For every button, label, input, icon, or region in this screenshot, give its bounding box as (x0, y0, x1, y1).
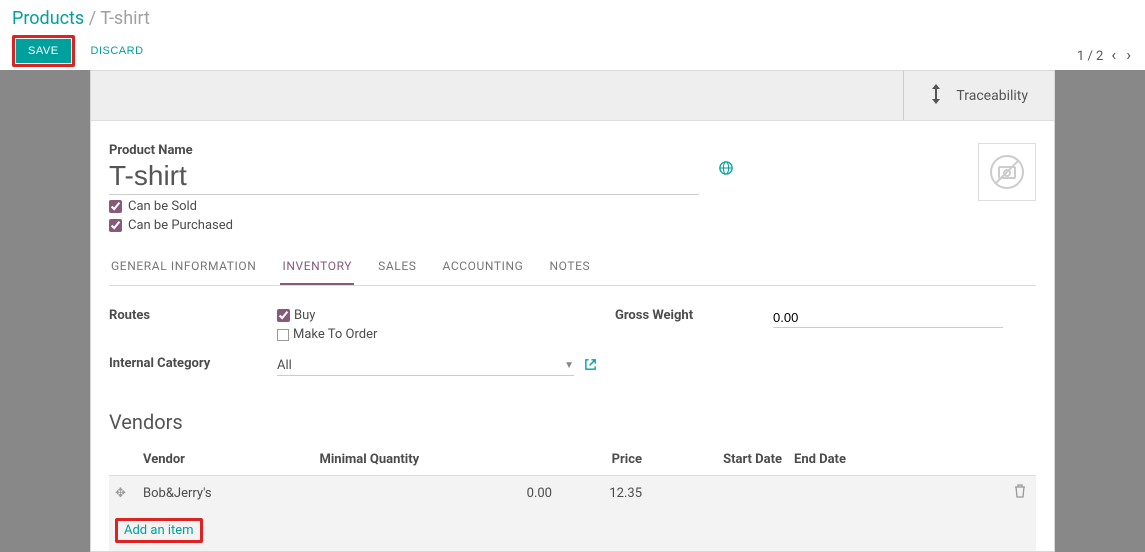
can-be-sold-row: Can be Sold (109, 199, 699, 214)
internal-category-external-link[interactable] (584, 358, 597, 375)
internal-category-select[interactable]: All ▼ (277, 356, 574, 376)
action-buttons: SAVE DISCARD (12, 35, 156, 67)
cell-price[interactable]: 12.35 (558, 476, 648, 511)
globe-button[interactable] (719, 143, 779, 179)
vendors-table: Vendor Minimal Quantity Price Start Date… (109, 444, 1036, 551)
add-item-link[interactable]: Add an item (124, 523, 194, 538)
pager-prev-icon[interactable]: ‹ (1109, 45, 1118, 64)
inventory-fields: Routes Buy Make To Order Gross Weight (109, 308, 1036, 376)
gross-weight-input[interactable] (773, 308, 1003, 328)
tab-sales[interactable]: SALES (376, 251, 418, 285)
can-be-sold-checkbox[interactable] (109, 200, 122, 213)
gross-weight-wrap (773, 308, 1003, 328)
routes-label: Routes (109, 308, 259, 323)
route-buy-label: Buy (294, 308, 315, 323)
can-be-sold-label: Can be Sold (128, 199, 197, 214)
cell-start-date[interactable] (648, 476, 788, 511)
col-end-date: End Date (788, 444, 1008, 476)
updown-icon (930, 83, 942, 109)
product-name-block: Product Name Can be Sold Can be Purchase… (109, 143, 699, 233)
tab-inventory[interactable]: INVENTORY (280, 251, 354, 285)
cell-end-date[interactable] (788, 476, 1008, 511)
tabs: GENERAL INFORMATION INVENTORY SALES ACCO… (109, 251, 1036, 286)
drag-icon[interactable]: ✥ (115, 486, 126, 501)
tab-accounting[interactable]: ACCOUNTING (440, 251, 525, 285)
traceability-label: Traceability (956, 88, 1028, 104)
save-highlight: SAVE (12, 35, 75, 67)
external-link-icon (584, 358, 597, 371)
tab-general-information[interactable]: GENERAL INFORMATION (109, 251, 258, 285)
route-mto-checkbox[interactable] (277, 329, 289, 341)
traceability-button[interactable]: Traceability (903, 71, 1054, 120)
topbar: Products / T-shirt SAVE DISCARD 1 / 2 ‹ … (0, 0, 1145, 70)
add-item-row: Add an item (109, 510, 1036, 551)
vendors-header-row: Vendor Minimal Quantity Price Start Date… (109, 444, 1036, 476)
gross-weight-label: Gross Weight (615, 308, 755, 323)
canvas: Traceability Product Name Can be Sold Ca… (0, 70, 1145, 552)
routes-options: Buy Make To Order (277, 308, 597, 342)
pager-text: 1 / 2 (1077, 49, 1103, 64)
can-be-purchased-checkbox[interactable] (109, 219, 122, 232)
internal-category-wrap: All ▼ (277, 356, 597, 376)
col-vendor: Vendor (137, 444, 313, 476)
table-row[interactable]: ✥ Bob&Jerry's 0.00 12.35 (109, 476, 1036, 511)
globe-icon (719, 161, 733, 175)
save-button[interactable]: SAVE (16, 39, 71, 63)
sheet-body: Product Name Can be Sold Can be Purchase… (91, 121, 1054, 551)
col-price: Price (558, 444, 648, 476)
sheet-header: Traceability (91, 71, 1054, 121)
tab-notes[interactable]: NOTES (547, 251, 592, 285)
product-name-label: Product Name (109, 143, 699, 158)
route-mto-label: Make To Order (293, 327, 377, 342)
product-name-input[interactable] (109, 158, 699, 195)
internal-category-value: All (277, 358, 292, 373)
form-sheet: Traceability Product Name Can be Sold Ca… (90, 70, 1055, 552)
title-row: Product Name Can be Sold Can be Purchase… (109, 143, 1036, 233)
col-min-qty: Minimal Quantity (313, 444, 558, 476)
route-buy-checkbox[interactable] (277, 309, 290, 322)
topbar-left: Products / T-shirt SAVE DISCARD (12, 8, 156, 70)
breadcrumb: Products / T-shirt (12, 8, 156, 29)
breadcrumb-root-link[interactable]: Products (12, 8, 84, 29)
product-image-placeholder[interactable] (978, 143, 1036, 201)
pager-next-icon[interactable]: › (1124, 45, 1133, 64)
add-item-highlight: Add an item (115, 518, 203, 543)
route-buy-row: Buy (277, 308, 597, 323)
route-mto-row: Make To Order (277, 327, 597, 342)
can-be-purchased-label: Can be Purchased (128, 218, 233, 233)
can-be-purchased-row: Can be Purchased (109, 218, 699, 233)
chevron-down-icon: ▼ (564, 360, 574, 371)
cell-vendor[interactable]: Bob&Jerry's (137, 476, 313, 511)
vendors-section-title: Vendors (109, 410, 1036, 434)
col-start-date: Start Date (648, 444, 788, 476)
discard-button[interactable]: DISCARD (79, 39, 156, 63)
pager: 1 / 2 ‹ › (1077, 8, 1133, 70)
breadcrumb-current: T-shirt (100, 8, 150, 29)
trash-icon[interactable] (1014, 487, 1026, 502)
cell-min-qty[interactable]: 0.00 (313, 476, 558, 511)
camera-slash-icon (989, 154, 1025, 190)
internal-category-label: Internal Category (109, 356, 259, 371)
breadcrumb-sep: / (89, 8, 101, 29)
